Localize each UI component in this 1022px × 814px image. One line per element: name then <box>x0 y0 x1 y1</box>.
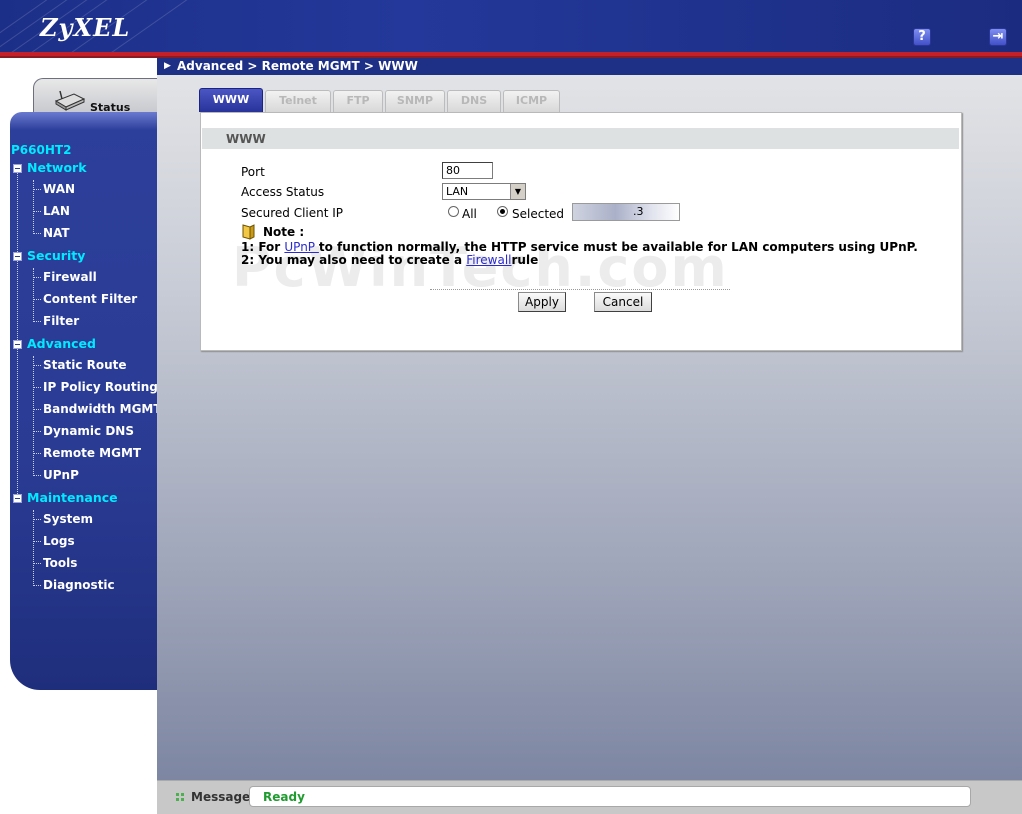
port-label: Port <box>241 165 265 179</box>
tree-branch <box>33 431 41 432</box>
sidebar-item-wan[interactable]: WAN <box>43 182 75 196</box>
tree-branch <box>33 233 41 234</box>
sidebar-section-network[interactable]: Network <box>27 160 87 175</box>
tab-telnet[interactable]: Telnet <box>265 90 331 112</box>
help-button[interactable]: ? <box>913 28 931 46</box>
message-dots-icon <box>176 793 185 802</box>
sidebar-item-firewall[interactable]: Firewall <box>43 270 97 284</box>
tree-branch <box>33 189 41 190</box>
apply-button[interactable]: Apply <box>518 292 566 312</box>
tree-branch <box>33 519 41 520</box>
message-box <box>249 786 971 807</box>
radio-selected-label: Selected <box>512 207 565 221</box>
note-1-prefix: 1: For <box>241 240 285 254</box>
sidebar-item-tools[interactable]: Tools <box>43 556 77 570</box>
breadcrumb-arrow-icon: ▶ <box>164 61 171 71</box>
note-2-suffix: rule <box>511 253 539 267</box>
secured-client-ip-label: Secured Client IP <box>241 206 344 220</box>
sidebar-item-static-route[interactable]: Static Route <box>43 358 127 372</box>
radio-selected[interactable] <box>497 206 508 217</box>
tree-branch <box>33 563 41 564</box>
upnp-link[interactable]: UPnP <box>284 240 318 254</box>
sidebar-panel-highlight <box>10 112 157 130</box>
note-line-1: 1: For UPnP to function normally, the HT… <box>241 240 918 254</box>
sidebar-item-lan[interactable]: LAN <box>43 204 70 218</box>
note-2-prefix: 2: You may also need to create a <box>241 253 467 267</box>
tree-branch <box>33 277 41 278</box>
collapse-maintenance-icon[interactable] <box>13 494 22 503</box>
sidebar-section-security[interactable]: Security <box>27 248 85 263</box>
note-icon <box>242 224 255 240</box>
radio-all[interactable] <box>448 206 459 217</box>
panel-title: WWW <box>226 132 266 146</box>
zyxel-logo: ZyXEL <box>40 13 131 42</box>
access-status-value: LAN <box>446 185 469 198</box>
tree-branch <box>33 211 41 212</box>
port-input[interactable] <box>442 162 493 179</box>
header-bar: ZyXEL ? ⇥ <box>0 0 1022 58</box>
device-model: P660HT2 <box>11 143 72 157</box>
collapse-security-icon[interactable] <box>13 252 22 261</box>
sidebar-section-maintenance[interactable]: Maintenance <box>27 490 118 505</box>
sidebar-item-ip-policy-routing[interactable]: IP Policy Routing <box>43 380 158 394</box>
tree-line <box>33 356 34 476</box>
tab-dns[interactable]: DNS <box>447 90 501 112</box>
message-label: Message <box>191 790 251 804</box>
message-value: Ready <box>263 790 305 804</box>
sidebar-item-filter[interactable]: Filter <box>43 314 79 328</box>
tree-branch <box>33 409 41 410</box>
tab-ftp[interactable]: FTP <box>333 90 383 112</box>
breadcrumb: Advanced > Remote MGMT > WWW <box>177 59 418 73</box>
sidebar-item-system[interactable]: System <box>43 512 93 526</box>
tree-branch <box>33 299 41 300</box>
tree-line <box>33 510 34 586</box>
tab-snmp[interactable]: SNMP <box>385 90 445 112</box>
sidebar-item-upnp[interactable]: UPnP <box>43 468 79 482</box>
tree-branch <box>33 387 41 388</box>
tree-branch <box>33 475 41 476</box>
access-status-label: Access Status <box>241 185 325 199</box>
tab-www[interactable]: WWW <box>199 88 263 112</box>
panel-title-bar <box>202 128 959 149</box>
collapse-network-icon[interactable] <box>13 164 22 173</box>
sidebar-section-advanced[interactable]: Advanced <box>27 336 96 351</box>
firewall-link[interactable]: Firewall <box>466 253 511 267</box>
router-icon <box>54 90 86 111</box>
client-ip-input[interactable]: .3 <box>572 203 680 221</box>
note-line-2: 2: You may also need to create a Firewal… <box>241 253 538 267</box>
tree-branch <box>33 321 41 322</box>
tree-branch <box>33 541 41 542</box>
tree-line <box>17 172 18 498</box>
breadcrumb-bar: ▶ Advanced > Remote MGMT > WWW <box>157 58 1022 75</box>
cancel-button[interactable]: Cancel <box>594 292 652 312</box>
tree-branch <box>33 365 41 366</box>
divider <box>430 289 730 290</box>
collapse-advanced-icon[interactable] <box>13 340 22 349</box>
sidebar-item-nat[interactable]: NAT <box>43 226 70 240</box>
radio-all-label: All <box>462 207 477 221</box>
dropdown-arrow-icon[interactable]: ▼ <box>510 184 525 199</box>
note-title: Note : <box>263 225 305 239</box>
sidebar-item-remote-mgmt[interactable]: Remote MGMT <box>43 446 141 460</box>
tree-branch <box>33 585 41 586</box>
tab-icmp[interactable]: ICMP <box>503 90 560 112</box>
logout-button[interactable]: ⇥ <box>989 28 1007 46</box>
sidebar-item-dynamic-dns[interactable]: Dynamic DNS <box>43 424 134 438</box>
sidebar-item-logs[interactable]: Logs <box>43 534 75 548</box>
note-1-suffix: to function normally, the HTTP service m… <box>318 240 918 254</box>
sidebar-item-diagnostic[interactable]: Diagnostic <box>43 578 115 592</box>
sidebar-item-content-filter[interactable]: Content Filter <box>43 292 137 306</box>
tree-branch <box>33 453 41 454</box>
sidebar-item-bandwidth-mgmt[interactable]: Bandwidth MGMT <box>43 402 162 416</box>
access-status-select[interactable]: LAN ▼ <box>442 183 526 200</box>
